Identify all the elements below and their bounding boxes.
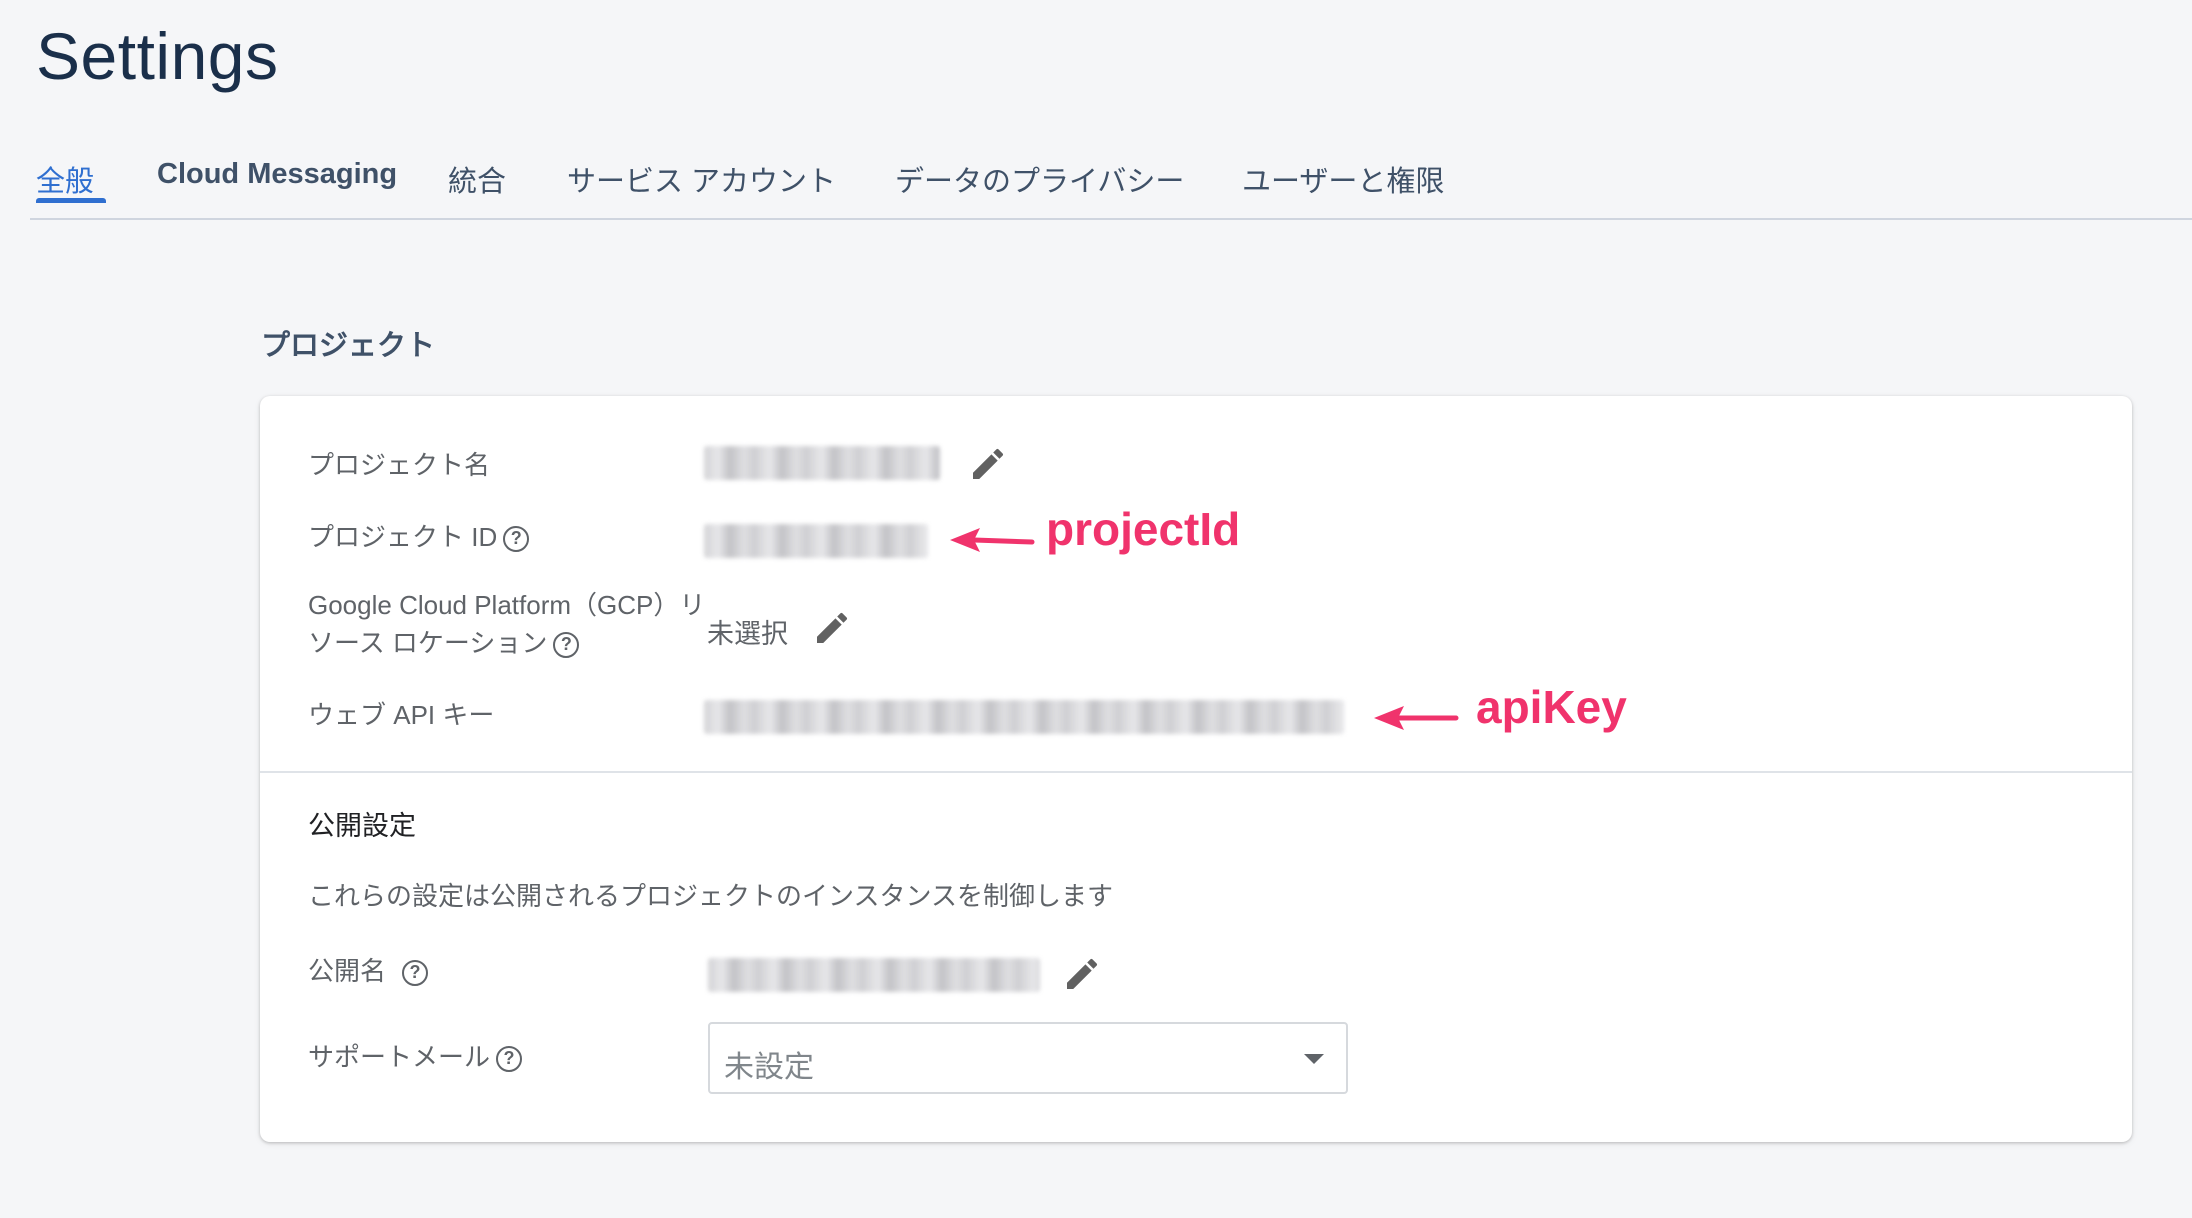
project-name-label: プロジェクト名	[308, 446, 490, 484]
support-email-selected-value: 未設定	[724, 1051, 814, 1084]
tab-label: 全般	[36, 166, 95, 198]
arrow-left-icon	[950, 528, 1035, 552]
label-text: サポートメール	[308, 1042, 491, 1072]
support-email-select[interactable]: 未設定	[708, 1022, 1348, 1094]
public-name-label: 公開名?	[308, 952, 429, 990]
active-tab-indicator	[36, 198, 106, 203]
arrow-left-icon	[1374, 706, 1459, 730]
label-text: ウェブ API キー	[308, 700, 495, 730]
tab-label: データのプライバシー	[895, 166, 1185, 198]
project-section-heading: プロジェクト	[261, 330, 436, 362]
help-icon[interactable]: ?	[496, 1046, 523, 1073]
gcp-location-value: 未選択	[707, 619, 788, 649]
tab-integrations[interactable]: 統合	[448, 158, 506, 200]
help-icon[interactable]: ?	[553, 632, 580, 659]
help-icon[interactable]: ?	[402, 960, 429, 987]
help-icon[interactable]: ?	[503, 526, 530, 553]
label-text: 公開名	[308, 956, 387, 986]
label-text: プロジェクト ID	[308, 522, 498, 552]
project-name-value	[704, 446, 940, 480]
project-id-label: プロジェクト ID?	[308, 518, 530, 556]
tab-data-privacy[interactable]: データのプライバシー	[895, 158, 1184, 200]
public-settings-description: これらの設定は公開されるプロジェクトのインスタンスを制御します	[308, 881, 1113, 911]
pencil-icon[interactable]	[812, 608, 852, 648]
project-id-value	[704, 524, 928, 558]
pencil-icon[interactable]	[1062, 954, 1102, 994]
label-text: プロジェクト名	[308, 450, 491, 480]
support-email-label: サポートメール?	[308, 1038, 523, 1076]
tab-cloud-messaging[interactable]: Cloud Messaging	[157, 158, 397, 191]
tab-users-permissions[interactable]: ユーザーと権限	[1242, 158, 1444, 200]
section-divider	[260, 771, 2132, 773]
web-api-key-label: ウェブ API キー	[308, 696, 494, 734]
web-api-key-value	[704, 700, 1344, 734]
label-text-line1: Google Cloud Platform（GCP）リ	[308, 590, 706, 620]
project-settings-card: プロジェクト名 プロジェクト ID? projectId Google Clou…	[260, 396, 2132, 1142]
public-name-value	[708, 958, 1040, 992]
tab-label: ユーザーと権限	[1242, 166, 1445, 198]
page-title: Settings	[36, 19, 279, 93]
tab-label: 統合	[448, 166, 507, 198]
annotation-project-id: projectId	[1046, 503, 1241, 555]
tab-service-accounts[interactable]: サービス アカウント	[567, 158, 836, 200]
label-text-line2: ソース ロケーション	[308, 628, 548, 658]
pencil-icon[interactable]	[968, 444, 1008, 484]
annotation-api-key: apiKey	[1476, 681, 1627, 733]
tab-label: Cloud Messaging	[157, 158, 398, 190]
dropdown-caret-icon	[1304, 1054, 1324, 1064]
public-settings-heading: 公開設定	[308, 811, 416, 841]
tab-bar: 全般 Cloud Messaging 統合 サービス アカウント データのプライ…	[30, 148, 2192, 220]
tab-general[interactable]: 全般	[36, 158, 106, 203]
gcp-location-label: Google Cloud Platform（GCP）リ ソース ロケーション?	[308, 586, 705, 662]
tab-label: サービス アカウント	[567, 166, 837, 198]
